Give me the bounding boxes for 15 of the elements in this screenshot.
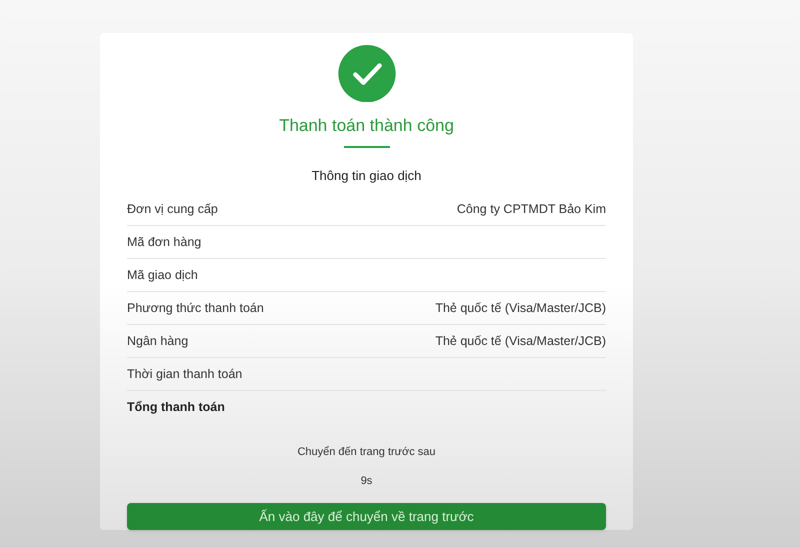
back-button[interactable]: Ấn vào đây để chuyển về trang trước <box>127 503 606 530</box>
success-title: Thanh toán thành công <box>279 115 454 138</box>
row-label: Mã giao dịch <box>127 266 198 284</box>
row-value: Công ty CPTMDT Bảo Kim <box>456 200 606 218</box>
row-label: Thời gian thanh toán <box>127 366 242 383</box>
countdown-text: 9s <box>360 474 372 489</box>
row-label: Mã đơn hàng <box>127 234 202 251</box>
row-value: Thẻ quốc tế (Visa/Master/JCB) <box>435 332 606 350</box>
section-title: Thông tin giao dịch <box>312 166 422 185</box>
row-label: Tổng thanh toán <box>127 399 225 416</box>
redirect-note: Chuyển đến trang trước sau <box>297 445 436 460</box>
row-value: Thẻ quốc tế (Visa/Master/JCB) <box>435 300 606 317</box>
row-label: Ngân hàng <box>127 332 188 350</box>
row-label: Phương thức thanh toán <box>127 300 264 317</box>
row-label: Đơn vị cung cấp <box>127 200 218 218</box>
